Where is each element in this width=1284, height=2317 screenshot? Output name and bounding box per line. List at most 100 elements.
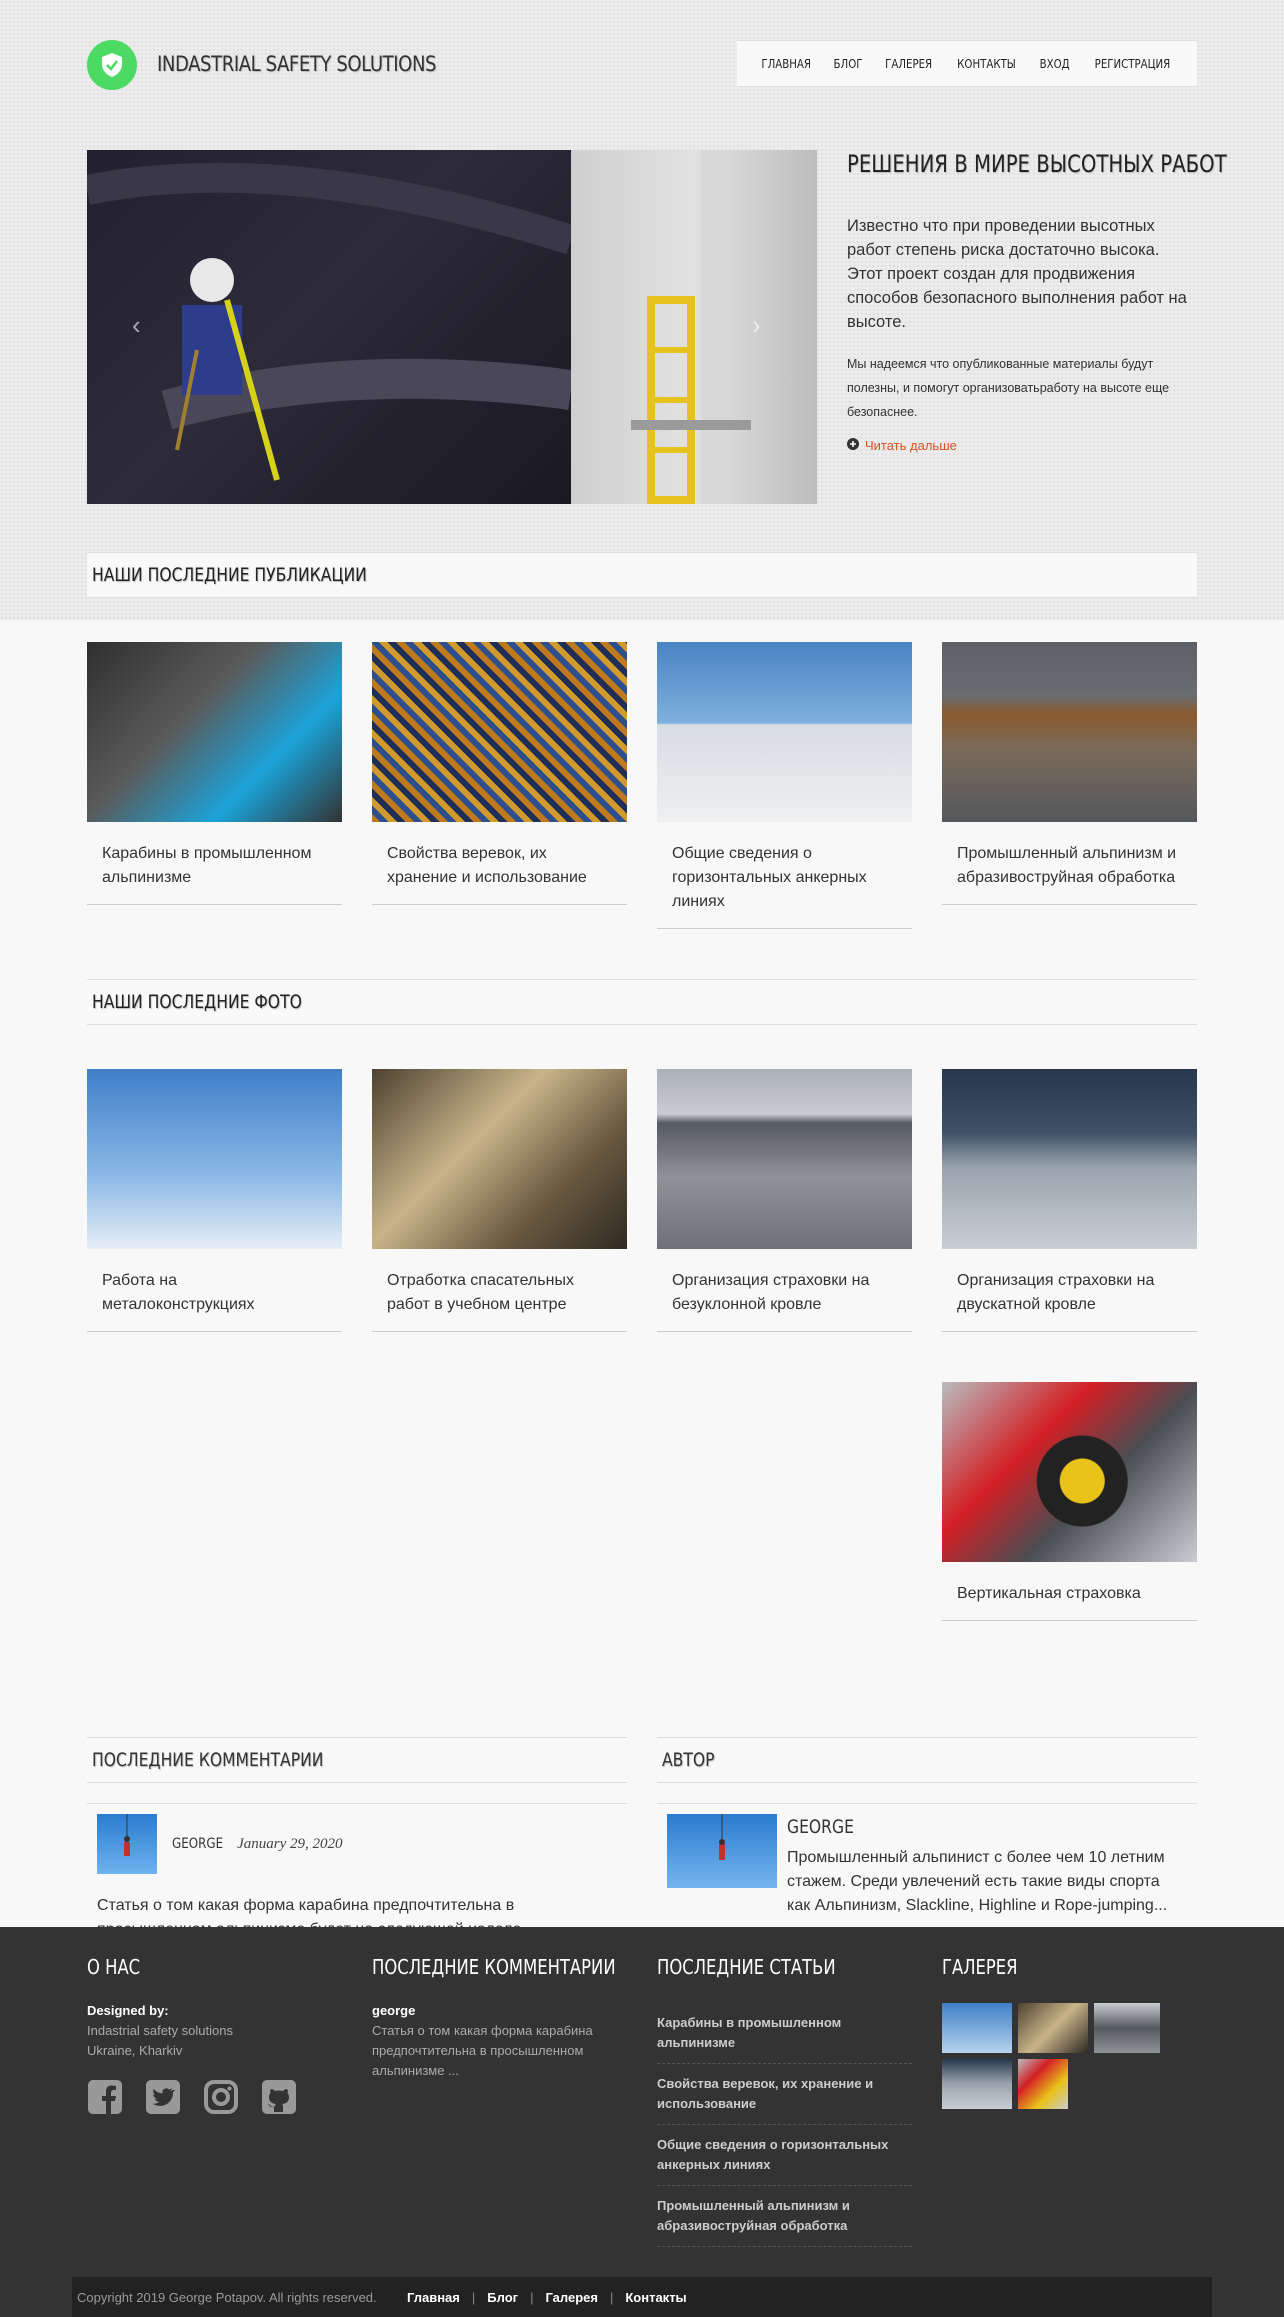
photo-title[interactable]: Работа на металоконструкциях bbox=[87, 1249, 342, 1332]
comments-heading-text: ПОСЛЕДНИЕ КОММЕНТАРИИ bbox=[92, 1749, 324, 1771]
shield-icon[interactable] bbox=[87, 40, 137, 90]
footer-gallery-grid bbox=[942, 2003, 1197, 2109]
intro-title: РЕШЕНИЯ В МИРЕ ВЫСОТНЫХ РАБОТ bbox=[847, 150, 1227, 178]
publication-card[interactable]: Свойства веревок, их хранение и использо… bbox=[372, 642, 627, 905]
nav-contacts[interactable]: КОНТАКТЫ bbox=[957, 57, 1016, 71]
author-card: GEORGE Промышленный альпинист с более че… bbox=[657, 1803, 1197, 1935]
photo-card[interactable]: Работа на металоконструкциях bbox=[87, 1069, 342, 1332]
twitter-icon[interactable] bbox=[145, 2079, 181, 2121]
gallery-thumb[interactable] bbox=[1018, 2059, 1068, 2109]
slider-prev-icon[interactable]: ‹ bbox=[132, 310, 141, 341]
footer-nav-gallery[interactable]: Галерея bbox=[545, 2290, 598, 2305]
footer-articles-heading: ПОСЛЕДНИЕ СТАТЬИ bbox=[657, 1955, 836, 1979]
photo-title[interactable]: Отработка спасательных работ в учебном ц… bbox=[372, 1249, 627, 1332]
comment-author[interactable]: GEORGE bbox=[172, 1836, 223, 1852]
footer-comment-text[interactable]: Статья о том какая форма карабина предпо… bbox=[372, 2021, 627, 2081]
intro-text: Мы надеемся что опубликованные материалы… bbox=[847, 357, 1170, 419]
publication-card[interactable]: Промышленный альпинизм и абразивоструйна… bbox=[942, 642, 1197, 905]
instagram-icon[interactable] bbox=[203, 2079, 239, 2121]
photo-image-pitched-roof[interactable] bbox=[942, 1069, 1197, 1249]
publications-heading-text: НАШИ ПОСЛЕДНИЕ ПУБЛИКАЦИИ bbox=[92, 564, 367, 586]
author-bio: Промышленный альпинист с более чем 10 ле… bbox=[787, 1849, 1168, 1914]
publication-card[interactable]: Общие сведения о горизонтальных анкерных… bbox=[657, 642, 912, 929]
separator: | bbox=[609, 2289, 614, 2305]
author-avatar[interactable] bbox=[667, 1814, 777, 1888]
nav-blog[interactable]: БЛОГ bbox=[834, 57, 863, 71]
footer-nav-blog[interactable]: Блог bbox=[487, 2290, 518, 2305]
footer-article-link[interactable]: Промышленный альпинизм и абразивоструйна… bbox=[657, 2186, 912, 2247]
photos-heading-text: НАШИ ПОСЛЕДНИЕ ФОТО bbox=[92, 991, 302, 1013]
nav-login[interactable]: ВХОД bbox=[1040, 57, 1070, 71]
gallery-thumb[interactable] bbox=[942, 2059, 1012, 2109]
photo-image-steel[interactable] bbox=[87, 1069, 342, 1249]
photo-card[interactable]: Отработка спасательных работ в учебном ц… bbox=[372, 1069, 627, 1332]
footer-gallery-heading: ГАЛЕРЕЯ bbox=[942, 1955, 1018, 1979]
footer: О НАС Designed by: Indastrial safety sol… bbox=[0, 1927, 1284, 2317]
separator: | bbox=[530, 2289, 534, 2305]
publication-card[interactable]: Карабины в промышленном альпинизме bbox=[87, 642, 342, 905]
footer-nav-home[interactable]: Главная bbox=[407, 2290, 460, 2305]
read-more-link[interactable]: Читать дальше bbox=[847, 438, 1197, 453]
read-more-label: Читать дальше bbox=[865, 438, 957, 453]
photo-title[interactable]: Вертикальная страховка bbox=[942, 1562, 1197, 1621]
facebook-icon[interactable] bbox=[87, 2079, 123, 2121]
avatar[interactable] bbox=[97, 1814, 157, 1874]
plus-circle-icon bbox=[847, 438, 859, 453]
publication-title[interactable]: Карабины в промышленном альпинизме bbox=[87, 822, 342, 905]
bottom-bar: Copyright 2019 George Potapov. All right… bbox=[72, 2277, 1212, 2317]
publication-image-tank[interactable] bbox=[942, 642, 1197, 822]
photo-image-rescue[interactable] bbox=[372, 1069, 627, 1249]
nav-gallery[interactable]: ГАЛЕРЕЯ bbox=[885, 57, 932, 71]
slider-next-icon[interactable]: › bbox=[752, 310, 761, 341]
footer-article-link[interactable]: Карабины в промышленном альпинизме bbox=[657, 2003, 912, 2064]
site-title[interactable]: INDASTRIAL SAFETY SOLUTIONS bbox=[157, 52, 436, 76]
hero-slider: ‹ › bbox=[87, 150, 817, 504]
nav-home[interactable]: ГЛАВНАЯ bbox=[761, 57, 811, 71]
footer-recent-comments: ПОСЛЕДНИЕ КОММЕНТАРИИ george Статья о то… bbox=[372, 1957, 627, 2081]
photos-heading: НАШИ ПОСЛЕДНИЕ ФОТО bbox=[87, 979, 1197, 1025]
header: INDASTRIAL SAFETY SOLUTIONS ГЛАВНАЯ БЛОГ… bbox=[87, 40, 1197, 90]
footer-article-link[interactable]: Свойства веревок, их хранение и использо… bbox=[657, 2064, 912, 2125]
gallery-thumb[interactable] bbox=[942, 2003, 1012, 2053]
separator: | bbox=[471, 2289, 476, 2305]
footer-comment-author[interactable]: george bbox=[372, 2003, 415, 2018]
photo-card[interactable]: Организация страховки на безуклонной кро… bbox=[657, 1069, 912, 1332]
photo-card[interactable]: Вертикальная страховка bbox=[942, 1382, 1197, 1621]
gallery-thumb[interactable] bbox=[1094, 2003, 1160, 2053]
photo-card[interactable]: Организация страховки на двускатной кров… bbox=[942, 1069, 1197, 1332]
nav-register[interactable]: РЕГИСТРАЦИЯ bbox=[1095, 57, 1171, 71]
main-nav: ГЛАВНАЯ БЛОГ ГАЛЕРЕЯ КОНТАКТЫ ВХОД РЕГИС… bbox=[737, 40, 1197, 87]
author-heading-text: АВТОР bbox=[662, 1749, 715, 1771]
photo-title[interactable]: Организация страховки на двускатной кров… bbox=[942, 1249, 1197, 1332]
footer-about-heading: О НАС bbox=[87, 1955, 141, 1979]
comment-date: January 29, 2020 bbox=[237, 1835, 343, 1852]
author-name: GEORGE bbox=[787, 1816, 854, 1838]
social-links bbox=[87, 2079, 342, 2121]
top-zone: INDASTRIAL SAFETY SOLUTIONS ГЛАВНАЯ БЛОГ… bbox=[0, 0, 1284, 620]
github-icon[interactable] bbox=[261, 2079, 297, 2121]
designed-by-company: Indastrial safety solutions bbox=[87, 2023, 233, 2038]
footer-about: О НАС Designed by: Indastrial safety sol… bbox=[87, 1957, 342, 2121]
comments-heading: ПОСЛЕДНИЕ КОММЕНТАРИИ bbox=[87, 1737, 627, 1783]
footer-gallery: ГАЛЕРЕЯ bbox=[942, 1957, 1197, 2109]
copyright: Copyright 2019 George Potapov. All right… bbox=[77, 2289, 377, 2305]
footer-article-link[interactable]: Общие сведения о горизонтальных анкерных… bbox=[657, 2125, 912, 2186]
publication-image-carabiner[interactable] bbox=[87, 642, 342, 822]
photo-image-vertical-device[interactable] bbox=[942, 1382, 1197, 1562]
designed-by-label: Designed by: bbox=[87, 2003, 169, 2018]
photo-title[interactable]: Организация страховки на безуклонной кро… bbox=[657, 1249, 912, 1332]
publication-title[interactable]: Общие сведения о горизонтальных анкерных… bbox=[657, 822, 912, 929]
author-block: АВТОР GEORGE Промышленный альпинист с бо… bbox=[657, 1737, 1197, 1935]
footer-nav-contacts[interactable]: Контакты bbox=[625, 2290, 686, 2305]
gallery-thumb[interactable] bbox=[1018, 2003, 1088, 2053]
publications-heading: НАШИ ПОСЛЕДНИЕ ПУБЛИКАЦИИ bbox=[87, 552, 1197, 598]
designed-by-location: Ukraine, Kharkiv bbox=[87, 2043, 183, 2058]
publication-image-anchor[interactable] bbox=[657, 642, 912, 822]
intro-block: РЕШЕНИЯ В МИРЕ ВЫСОТНЫХ РАБОТ Известно ч… bbox=[847, 150, 1227, 453]
footer-recent-articles: ПОСЛЕДНИЕ СТАТЬИ Карабины в промышленном… bbox=[657, 1957, 912, 2247]
photo-image-flat-roof[interactable] bbox=[657, 1069, 912, 1249]
publication-title[interactable]: Свойства веревок, их хранение и использо… bbox=[372, 822, 627, 905]
publication-image-ropes[interactable] bbox=[372, 642, 627, 822]
footer-comments-heading: ПОСЛЕДНИЕ КОММЕНТАРИИ bbox=[372, 1955, 616, 1979]
publication-title[interactable]: Промышленный альпинизм и абразивоструйна… bbox=[942, 822, 1197, 905]
